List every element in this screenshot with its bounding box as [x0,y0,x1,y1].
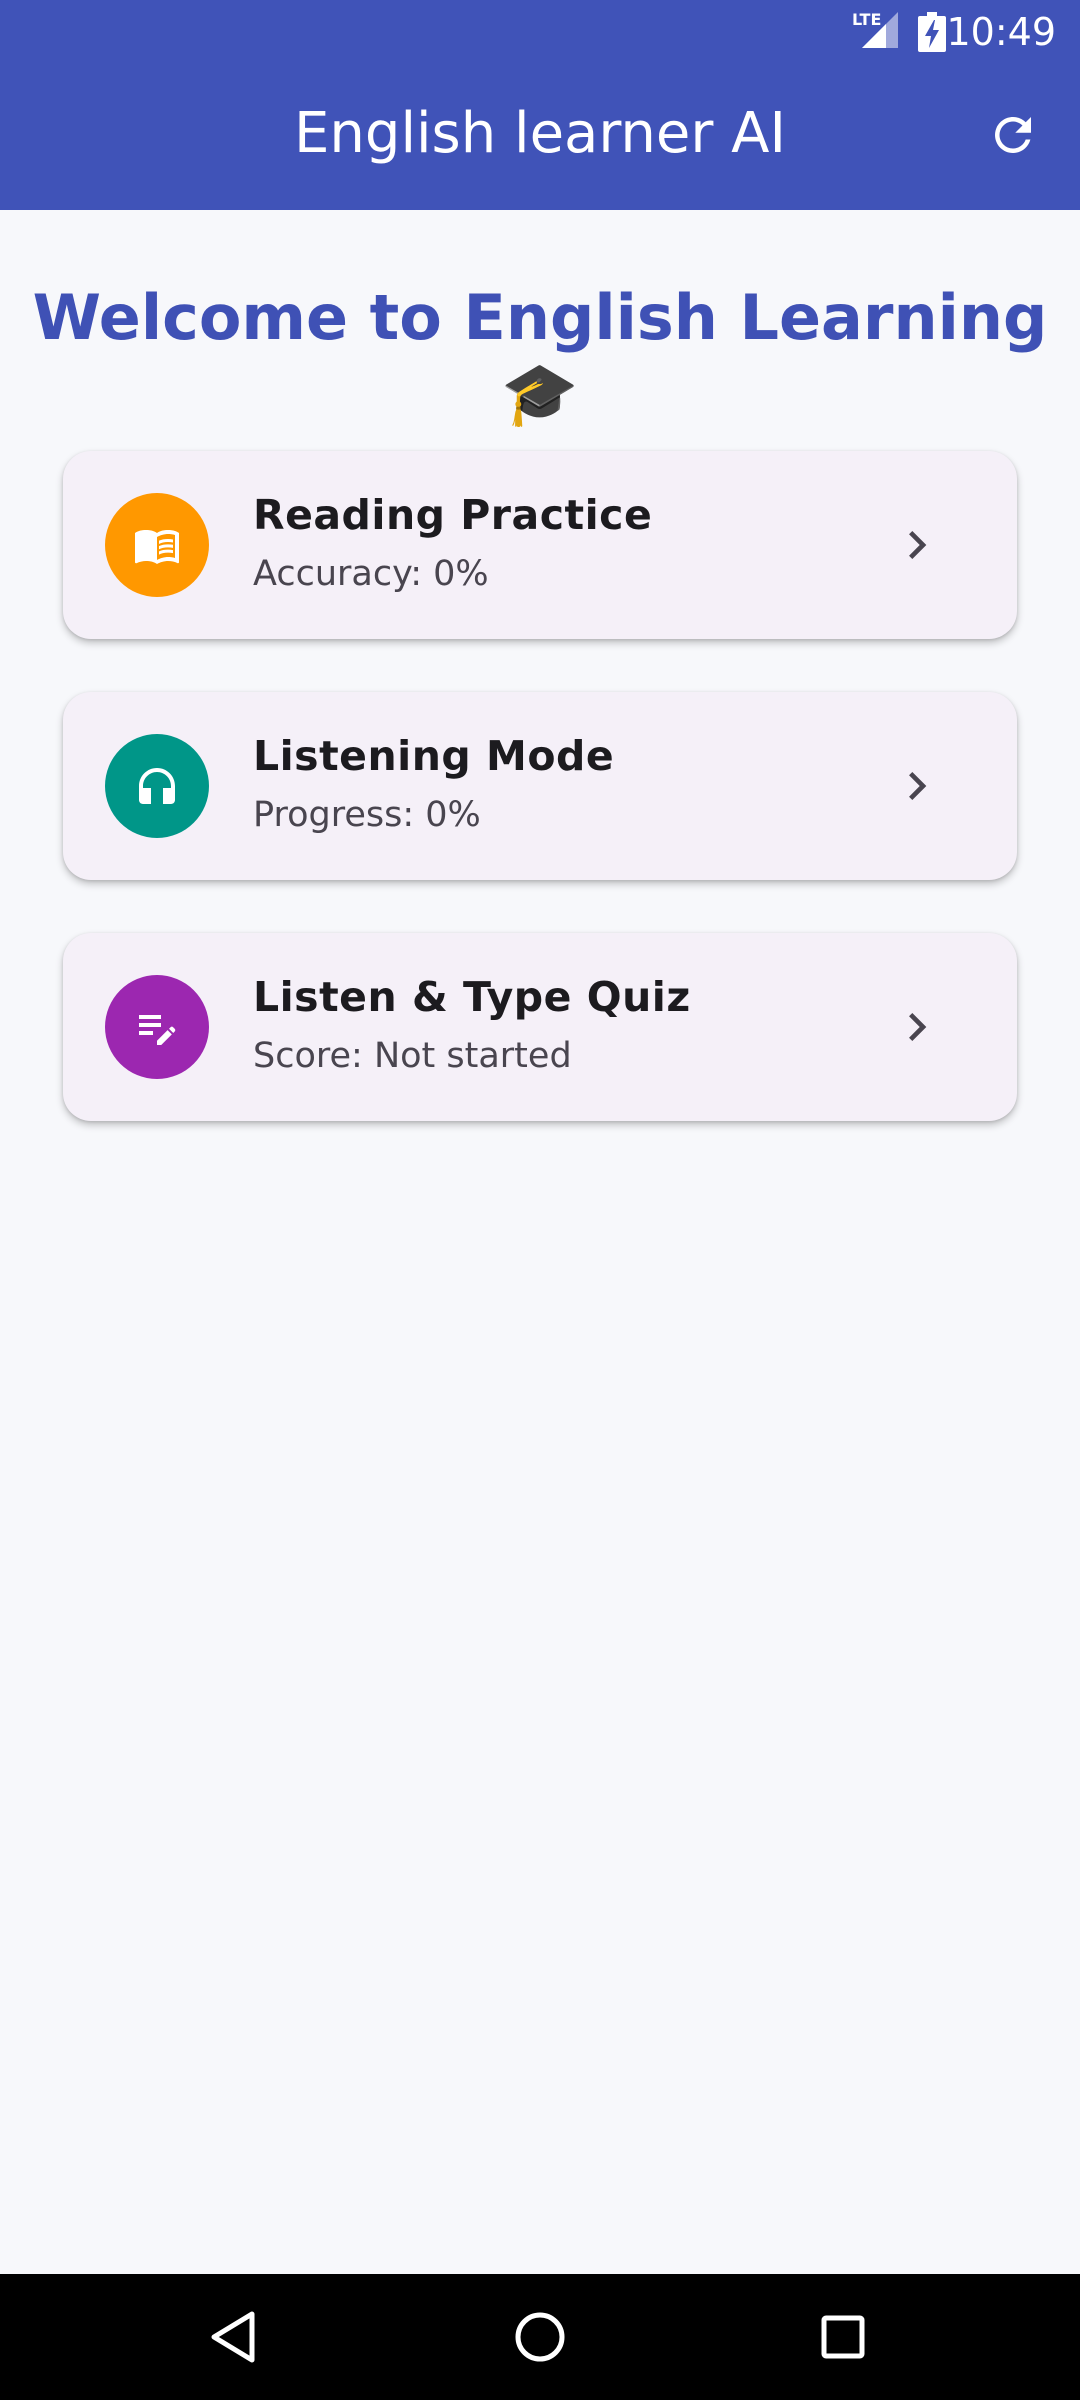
app-bar: LTE 10:49 English learner AI [0,0,1080,210]
home-circle-icon [515,2312,565,2362]
card-subtitle: Accuracy: 0% [253,554,489,594]
recents-square-icon [821,2315,865,2359]
book-icon [105,493,209,597]
listen-type-quiz-card[interactable]: Listen & Type Quiz Score: Not started [63,933,1017,1121]
refresh-button[interactable] [986,108,1040,162]
card-title: Listening Mode [253,732,615,780]
system-nav-bar [0,2274,1080,2400]
app-title: English learner AI [294,101,786,166]
recents-button[interactable] [810,2304,876,2370]
chevron-right-icon [909,772,927,800]
welcome-heading: Welcome to English Learning 🎓 [32,281,1048,430]
back-button[interactable] [202,2304,268,2370]
reading-practice-card[interactable]: Reading Practice Accuracy: 0% [63,451,1017,639]
card-title: Listen & Type Quiz [253,973,691,1021]
refresh-icon [995,117,1031,153]
chevron-right-icon [909,1013,927,1041]
card-title: Reading Practice [253,491,653,539]
battery-charging-icon [918,12,946,52]
edit-note-icon [105,975,209,1079]
listening-mode-card[interactable]: Listening Mode Progress: 0% [63,692,1017,880]
status-time: 10:49 [946,10,1056,54]
card-subtitle: Progress: 0% [253,795,481,835]
card-subtitle: Score: Not started [253,1036,572,1076]
back-triangle-icon [211,2311,255,2363]
status-bar: LTE 10:49 [0,0,1080,64]
home-button[interactable] [507,2304,573,2370]
chevron-right-icon [909,531,927,559]
signal-icon [862,12,898,48]
headphones-icon [105,734,209,838]
